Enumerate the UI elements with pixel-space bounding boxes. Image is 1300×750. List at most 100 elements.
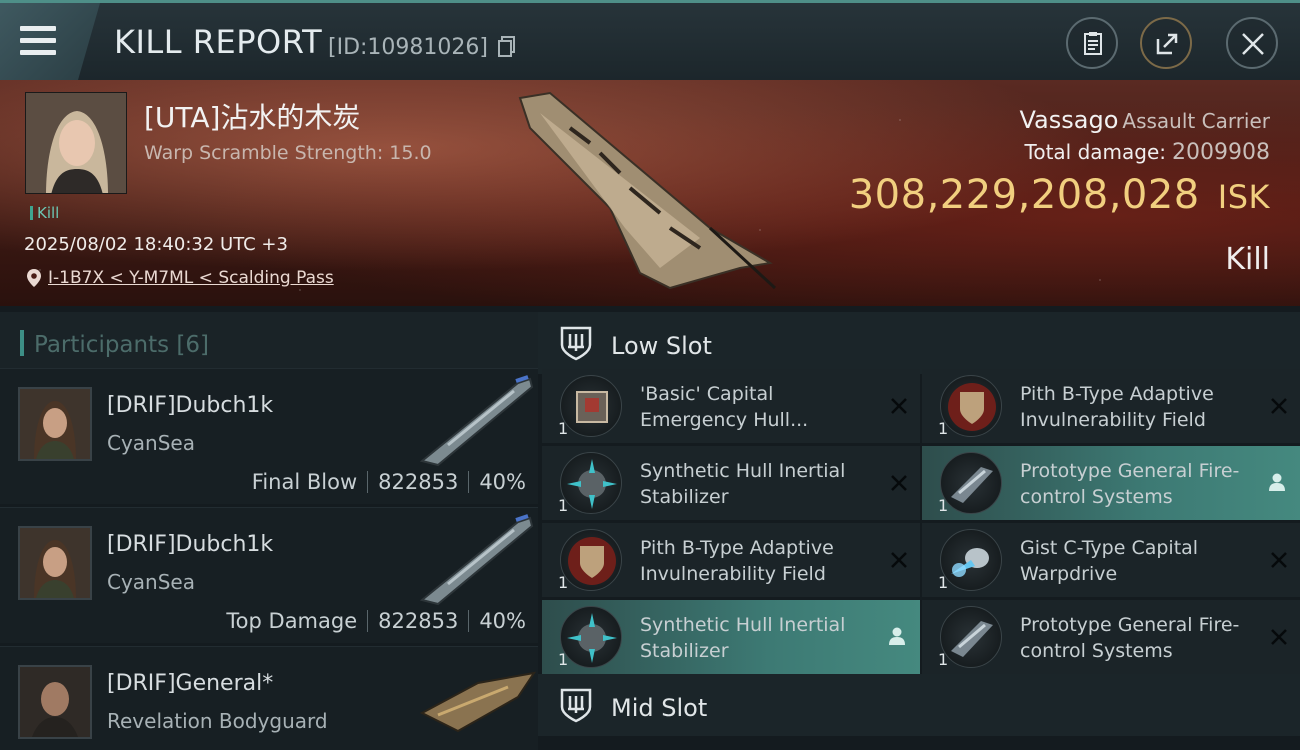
user-icon <box>1269 473 1285 491</box>
participant-ship-icon <box>419 375 534 467</box>
participant-avatar[interactable] <box>18 665 92 739</box>
participant-avatar[interactable] <box>18 387 92 461</box>
participant-damage: 822853 <box>378 470 459 494</box>
destroyed-icon <box>1271 552 1287 568</box>
module-qty: 1 <box>938 573 949 592</box>
participant-name: [DRIF]Dubch1k <box>107 532 274 557</box>
module-name: Synthetic Hull Inertial Stabilizer <box>640 460 846 508</box>
module-qty: 1 <box>938 496 949 515</box>
close-icon <box>1242 33 1264 55</box>
clipboard-icon <box>1084 32 1102 55</box>
invulnerability-field-icon <box>560 529 622 591</box>
mid-slot-header[interactable]: Mid Slot <box>538 674 1300 736</box>
ship-class: Assault Carrier <box>1122 109 1270 133</box>
isk-unit: ISK <box>1217 178 1270 216</box>
module-item[interactable]: 1 Synthetic Hull Inertial Stabilizer <box>542 446 920 520</box>
module-name: Prototype General Fire-control Systems <box>1020 614 1240 662</box>
participant-stats: Final Blow 822853 40% <box>252 470 526 494</box>
module-item[interactable]: 1 Gist C-Type Capital Warpdrive <box>922 523 1300 597</box>
destroyed-icon <box>891 552 907 568</box>
kill-timestamp: 2025/08/02 18:40:32 UTC +3 <box>24 234 288 255</box>
module-item[interactable]: 1 Pith B-Type Adaptive Invulnerability F… <box>922 369 1300 443</box>
module-qty: 1 <box>558 573 569 592</box>
kill-tag: Kill <box>30 204 59 222</box>
close-button[interactable] <box>1226 17 1278 69</box>
module-item[interactable]: 1 Prototype General Fire-control Systems <box>922 446 1300 520</box>
copy-icon[interactable] <box>498 36 516 58</box>
emergency-hull-icon <box>560 375 622 437</box>
participant-ship-icon <box>419 671 536 733</box>
module-name: Synthetic Hull Inertial Stabilizer <box>640 614 846 662</box>
invulnerability-field-icon <box>940 375 1002 437</box>
destroyed-icon <box>891 398 907 414</box>
participant-damage: 822853 <box>378 609 459 633</box>
report-id: [ID:10981026] <box>328 35 488 60</box>
module-qty: 1 <box>558 650 569 669</box>
module-item[interactable]: 1 Synthetic Hull Inertial Stabilizer <box>542 600 920 674</box>
total-damage-label: Total damage: <box>1024 140 1167 164</box>
location-link[interactable]: I-1B7X < Y-M7ML < Scalding Pass <box>48 268 334 288</box>
module-qty: 1 <box>938 419 949 438</box>
module-qty: 1 <box>558 496 569 515</box>
clipboard-button[interactable] <box>1066 17 1118 69</box>
location-pin-icon <box>27 269 41 287</box>
result-label: Kill <box>1225 242 1270 277</box>
warpdrive-icon <box>940 529 1002 591</box>
participant-ship: Revelation Bodyguard <box>107 709 328 733</box>
victim-name: [UTA]沾水的木炭 <box>144 101 361 134</box>
module-name: 'Basic' Capital Emergency Hull... <box>640 383 809 431</box>
menu-button[interactable] <box>0 3 100 80</box>
module-qty: 1 <box>938 650 949 669</box>
inertial-stabilizer-icon <box>560 452 622 514</box>
total-damage: Total damage: 2009908 <box>1025 140 1270 165</box>
menu-icon <box>20 26 56 31</box>
fire-control-icon <box>940 606 1002 668</box>
participant-stats: Top Damage 822853 40% <box>226 609 526 633</box>
module-name: Pith B-Type Adaptive Invulnerability Fie… <box>1020 383 1214 431</box>
victim-avatar[interactable] <box>25 92 127 194</box>
low-slot-label: Low Slot <box>611 332 712 360</box>
isk-amount: 308,229,208,028 <box>848 172 1200 218</box>
participant-ship-icon <box>419 514 534 606</box>
warp-scramble-strength: Warp Scramble Strength: 15.0 <box>144 142 432 164</box>
low-slot-header[interactable]: Low Slot <box>538 312 1300 374</box>
participant-ship: CyanSea <box>107 570 195 594</box>
module-name: Pith B-Type Adaptive Invulnerability Fie… <box>640 537 834 585</box>
share-button[interactable] <box>1140 17 1192 69</box>
participant-percent: 40% <box>479 609 526 633</box>
mid-slot-label: Mid Slot <box>611 694 708 722</box>
inertial-stabilizer-icon <box>560 606 622 668</box>
mid-slot-icon <box>560 688 592 723</box>
destroyed-icon <box>1271 629 1287 645</box>
participant-row[interactable]: [DRIF]General* Revelation Bodyguard <box>0 646 538 750</box>
participants-panel: Participants [6] [DRIF]Dubch1k CyanSea F… <box>0 306 538 750</box>
module-item[interactable]: 1 Pith B-Type Adaptive Invulnerability F… <box>542 523 920 597</box>
participant-ship: CyanSea <box>107 431 195 455</box>
module-item[interactable]: 1 'Basic' Capital Emergency Hull... <box>542 369 920 443</box>
page-title: KILL REPORT <box>114 23 323 61</box>
ship-name: Vassago Assault Carrier <box>1019 106 1270 134</box>
participants-header[interactable]: Participants [6] <box>0 312 538 374</box>
participant-percent: 40% <box>479 470 526 494</box>
destroyed-icon <box>1271 398 1287 414</box>
participant-row[interactable]: [DRIF]Dubch1k CyanSea Final Blow 822853 40… <box>0 368 538 504</box>
destroyed-icon <box>891 475 907 491</box>
share-icon <box>1156 33 1178 55</box>
user-icon <box>889 627 905 645</box>
participant-avatar[interactable] <box>18 526 92 600</box>
ship-image <box>518 91 777 290</box>
module-name: Gist C-Type Capital Warpdrive <box>1020 537 1199 585</box>
module-qty: 1 <box>558 419 569 438</box>
total-damage-value: 2009908 <box>1172 140 1270 165</box>
module-item[interactable]: 1 Prototype General Fire-control Systems <box>922 600 1300 674</box>
isk-value: 308,229,208,028 ISK <box>849 172 1270 218</box>
participant-row[interactable]: [DRIF]Dubch1k CyanSea Top Damage 822853 40… <box>0 507 538 643</box>
kill-summary: [UTA]沾水的木炭 Warp Scramble Strength: 15.0 … <box>0 80 1300 306</box>
module-name: Prototype General Fire-control Systems <box>1020 460 1240 508</box>
participant-role: Top Damage <box>226 609 358 633</box>
ship-name-text: Vassago <box>1019 106 1119 134</box>
participants-label: Participants [6] <box>34 332 209 358</box>
participant-role: Final Blow <box>251 470 358 494</box>
participant-name: [DRIF]General* <box>107 671 274 696</box>
top-bar: KILL REPORT [ID:10981026] <box>0 0 1300 80</box>
